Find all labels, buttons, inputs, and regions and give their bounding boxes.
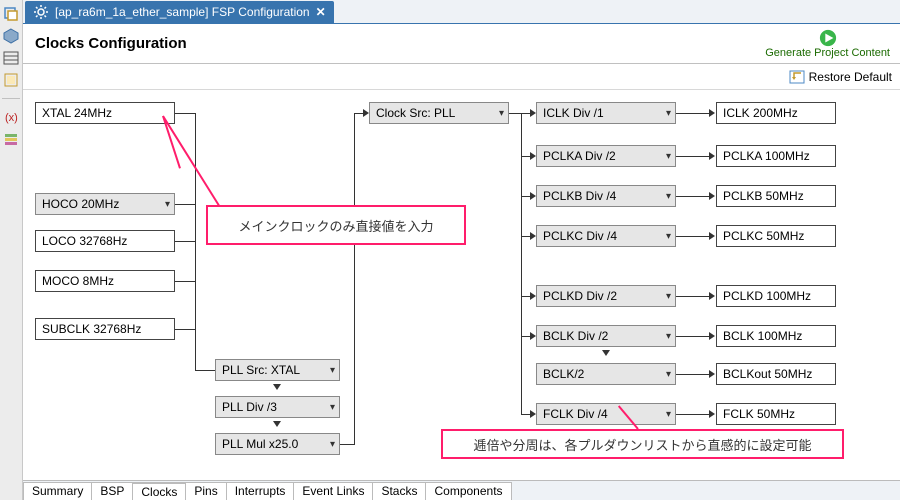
chevron-down-icon: ▾ [666,369,671,380]
field-clock-src[interactable]: Clock Src: PLL▾ [369,102,509,124]
field-pclkc-div[interactable]: PCLKC Div /4▾ [536,225,676,247]
svg-text:(x): (x) [5,112,18,124]
editor-tab-title: [ap_ra6m_1a_ether_sample] FSP Configurat… [55,5,310,19]
field-fclk-div[interactable]: FCLK Div /4▾ [536,403,676,425]
field-pll-src[interactable]: PLL Src: XTAL▾ [215,359,340,381]
field-bclk-div[interactable]: BCLK Div /2▾ [536,325,676,347]
out-fclk: FCLK 50MHz [716,403,836,425]
field-loco: LOCO 32768Hz [35,230,175,252]
chevron-down-icon: ▾ [666,151,671,162]
variable-icon[interactable]: (x) [3,109,19,125]
chevron-down-icon: ▾ [666,409,671,420]
restore-defaults-button[interactable]: Restore Default [785,67,896,87]
tab-stacks[interactable]: Stacks [372,482,426,500]
chevron-down-icon: ▾ [330,365,335,376]
editor-tabbar: [ap_ra6m_1a_ether_sample] FSP Configurat… [23,0,900,24]
callout-direct-input: メインクロックのみ直接値を入力 [206,205,466,245]
close-icon[interactable]: ✕ [316,5,326,19]
callout-pulldown-hint: 逓倍や分周は、各プルダウンリストから直感的に設定可能 [441,429,844,459]
chevron-down-icon: ▾ [666,331,671,342]
tab-event-links[interactable]: Event Links [293,482,373,500]
chevron-down-icon: ▾ [330,439,335,450]
gear-icon [33,4,49,20]
stack-icon[interactable] [3,131,19,147]
cube-icon[interactable] [3,28,19,44]
field-pll-div[interactable]: PLL Div /3▾ [215,396,340,418]
out-pclkd: PCLKD 100MHz [716,285,836,307]
field-subclk: SUBCLK 32768Hz [35,318,175,340]
restore-defaults-icon [789,69,805,85]
tab-summary[interactable]: Summary [23,482,92,500]
generate-project-button[interactable]: Generate Project Content [759,27,896,61]
chevron-down-icon: ▾ [666,108,671,119]
chevron-down-icon: ▾ [330,402,335,413]
field-xtal[interactable]: XTAL 24MHz [35,102,175,124]
tab-fsp-config[interactable]: [ap_ra6m_1a_ether_sample] FSP Configurat… [25,1,334,23]
restore-defaults-label: Restore Default [809,70,892,84]
field-pclkb-div[interactable]: PCLKB Div /4▾ [536,185,676,207]
out-iclk: ICLK 200MHz [716,102,836,124]
chevron-down-icon: ▾ [666,291,671,302]
page-title: Clocks Configuration [27,35,187,52]
field-hoco[interactable]: HOCO 20MHz▾ [35,193,175,215]
out-bclkout: BCLKout 50MHz [716,363,836,385]
header: Clocks Configuration Generate Project Co… [23,24,900,64]
clocks-canvas: XTAL 24MHz HOCO 20MHz▾ LOCO 32768Hz MOCO… [23,90,900,480]
chevron-down-icon: ▾ [499,108,504,119]
generate-project-label: Generate Project Content [765,47,890,59]
field-iclk-div[interactable]: ICLK Div /1▾ [536,102,676,124]
left-toolbar: (x) [0,0,23,500]
restore-icon[interactable] [3,6,19,22]
field-pll-mul[interactable]: PLL Mul x25.0▾ [215,433,340,455]
field-moco: MOCO 8MHz [35,270,175,292]
field-pclkd-div[interactable]: PCLKD Div /2▾ [536,285,676,307]
restore-icon-2[interactable] [3,72,19,88]
bottom-tabs: Summary BSP Clocks Pins Interrupts Event… [23,480,900,500]
restore-row: Restore Default [23,64,900,90]
chevron-down-icon: ▾ [666,231,671,242]
out-pclkc: PCLKC 50MHz [716,225,836,247]
tab-bsp[interactable]: BSP [91,482,133,500]
chevron-down-icon: ▾ [666,191,671,202]
out-pclkb: PCLKB 50MHz [716,185,836,207]
layout-rows-icon[interactable] [3,50,19,66]
tab-clocks[interactable]: Clocks [132,482,186,500]
tab-pins[interactable]: Pins [185,482,226,500]
field-bclk2[interactable]: BCLK/2▾ [536,363,676,385]
tab-interrupts[interactable]: Interrupts [226,482,295,500]
tab-components[interactable]: Components [425,482,511,500]
field-pclka-div[interactable]: PCLKA Div /2▾ [536,145,676,167]
out-pclka: PCLKA 100MHz [716,145,836,167]
out-bclk: BCLK 100MHz [716,325,836,347]
chevron-down-icon: ▾ [165,199,170,210]
